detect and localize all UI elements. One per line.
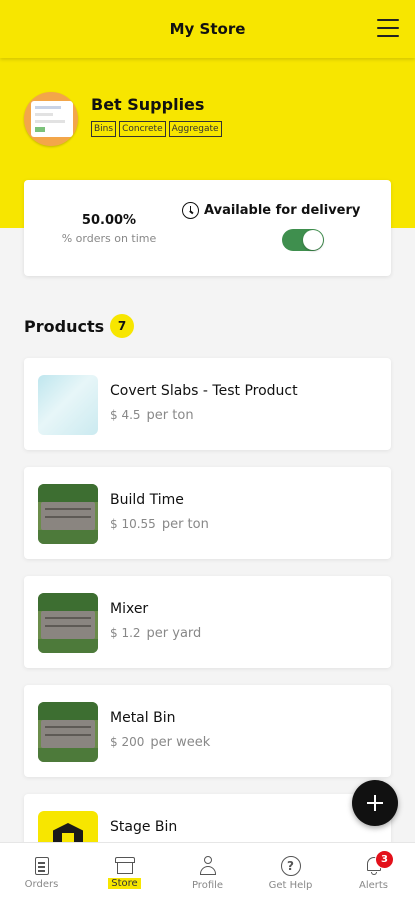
nav-label: Get Help xyxy=(268,880,313,891)
product-image xyxy=(38,593,98,653)
product-card[interactable]: Mixer $ 1.2 per yard xyxy=(24,576,391,668)
product-name: Mixer xyxy=(110,601,149,617)
product-name: Metal Bin xyxy=(110,710,176,726)
product-price: $ 10.55 per ton xyxy=(110,517,209,532)
product-name: Covert Slabs - Test Product xyxy=(110,383,298,399)
products-count-badge: 7 xyxy=(110,314,135,338)
nav-label: Alerts xyxy=(358,880,388,891)
products-heading: Products 7 xyxy=(24,314,135,338)
nav-label: Orders xyxy=(24,879,59,890)
nav-item-get-help[interactable]: ? Get Help xyxy=(249,843,332,900)
nav-label: Store xyxy=(108,878,141,889)
alerts-count-badge: 3 xyxy=(375,850,394,869)
delivery-label: Available for delivery xyxy=(204,203,361,218)
top-app-bar: My Store xyxy=(0,0,415,58)
plus-icon xyxy=(367,795,383,811)
product-name: Build Time xyxy=(110,492,184,508)
product-image xyxy=(38,702,98,762)
profile-icon xyxy=(198,856,218,876)
delivery-availability: Available for delivery xyxy=(182,202,377,251)
nav-item-store[interactable]: Store xyxy=(83,843,166,900)
store-logo-avatar[interactable] xyxy=(24,92,78,146)
store-category-tags: Bins Concrete Aggregate xyxy=(91,121,222,137)
nav-item-alerts[interactable]: 3 Alerts xyxy=(332,843,415,900)
product-image xyxy=(38,484,98,544)
on-time-percentage: 50.00% xyxy=(81,213,137,228)
store-name: Bet Supplies xyxy=(91,95,205,114)
store-icon xyxy=(114,856,135,874)
product-card[interactable]: Metal Bin $ 200 per week xyxy=(24,685,391,777)
store-stats-card: 50.00% % orders on time Available for de… xyxy=(24,180,391,276)
help-icon: ? xyxy=(280,856,301,876)
nav-item-profile[interactable]: Profile xyxy=(166,843,249,900)
product-card[interactable]: Build Time $ 10.55 per ton xyxy=(24,467,391,559)
nav-label: Profile xyxy=(191,880,224,891)
toggle-knob xyxy=(303,230,323,250)
nav-item-orders[interactable]: Orders xyxy=(0,843,83,900)
orders-icon xyxy=(34,857,49,875)
product-card[interactable]: Covert Slabs - Test Product $ 4.5 per ton xyxy=(24,358,391,450)
store-header: Bet Supplies Bins Concrete Aggregate xyxy=(24,92,394,152)
clock-icon xyxy=(182,202,199,219)
add-product-button[interactable] xyxy=(352,780,398,826)
on-time-stat: 50.00% % orders on time xyxy=(50,213,168,245)
tag-concrete: Concrete xyxy=(119,121,166,137)
product-image xyxy=(38,375,98,435)
product-price: $ 1.2 per yard xyxy=(110,626,202,641)
products-title: Products xyxy=(24,316,105,336)
page-title: My Store xyxy=(169,20,246,38)
tag-bins: Bins xyxy=(91,121,117,137)
hamburger-menu-icon[interactable] xyxy=(377,19,399,37)
on-time-label: % orders on time xyxy=(61,232,157,245)
tag-aggregate: Aggregate xyxy=(168,121,222,137)
product-price: $ 4.5 per ton xyxy=(110,408,194,423)
delivery-toggle[interactable] xyxy=(282,229,324,251)
bottom-navigation: Orders Store Profile ? Get Help 3 Alerts xyxy=(0,842,415,900)
product-price: $ 200 per week xyxy=(110,735,211,750)
product-name: Stage Bin xyxy=(110,819,178,835)
